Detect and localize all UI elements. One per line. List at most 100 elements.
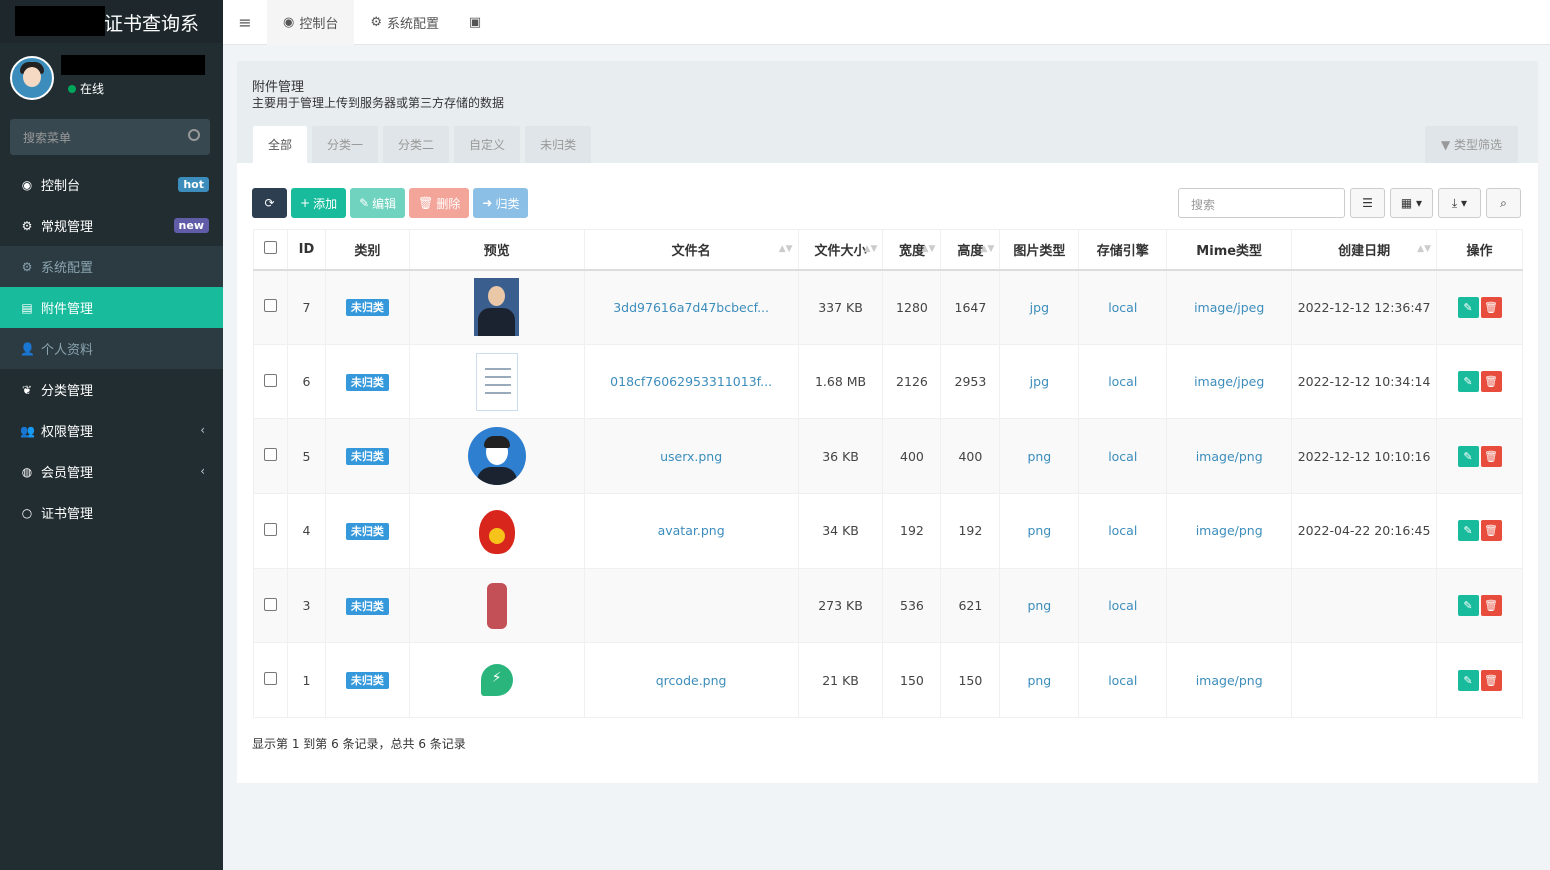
sidebar-toggle-icon[interactable]: ≡ <box>223 13 267 32</box>
thumbnail-image[interactable] <box>467 427 526 486</box>
row-checkbox[interactable] <box>253 567 288 644</box>
table-row[interactable]: 7 未归类 3dd97616a7d47bcbecf... 337 KB 1280 1647… <box>253 269 1523 345</box>
delete-row-button[interactable]: 🗑 <box>1480 595 1502 617</box>
tab-dashboard[interactable]: ◉ 控制台 <box>267 0 355 45</box>
advanced-search-button[interactable]: ⌕ <box>1486 188 1521 218</box>
cell-mime[interactable]: image/png <box>1166 493 1293 569</box>
tab-system-config[interactable]: ⚙ 系统配置 <box>354 0 455 45</box>
mime-link[interactable]: image/jpeg <box>1194 300 1264 315</box>
edit-row-button[interactable]: ✎ <box>1457 445 1479 467</box>
classify-button[interactable]: ➜ 归类 <box>473 188 529 218</box>
columns-button[interactable]: ▦ ▾ <box>1390 188 1433 218</box>
thumbnail-image[interactable] <box>474 278 520 337</box>
col-filename[interactable]: 文件名 ▲▼ <box>583 229 799 271</box>
col-id[interactable]: ID <box>286 229 326 271</box>
cell-storage[interactable]: local <box>1078 418 1168 495</box>
cell-filename[interactable]: 018cf76062953311013f... <box>583 343 799 420</box>
sidebar-item-dashboard[interactable]: ◉ 控制台 hot <box>0 164 223 205</box>
row-checkbox[interactable] <box>253 642 288 719</box>
col-height[interactable]: 高度 ▲▼ <box>940 229 1001 271</box>
table-row[interactable]: 6 未归类 018cf76062953311013f... 1.68 MB 2126 29… <box>253 343 1523 420</box>
refresh-button[interactable]: ⟳ <box>252 188 287 218</box>
cell-mime[interactable]: image/png <box>1166 642 1293 719</box>
sidebar-item-general[interactable]: ⚙ 常规管理 new <box>0 205 223 246</box>
edit-button[interactable]: ✎ 编辑 <box>350 188 406 218</box>
cell-mime[interactable] <box>1166 567 1293 644</box>
cell-storage[interactable]: local <box>1078 269 1168 345</box>
sidebar-item-attachment[interactable]: ▤ 附件管理 <box>0 287 223 328</box>
thumbnail-image[interactable] <box>475 352 518 411</box>
delete-row-button[interactable]: 🗑 <box>1480 371 1502 393</box>
row-checkbox[interactable] <box>253 418 288 495</box>
thumbnail-image[interactable] <box>473 502 521 560</box>
tab-custom[interactable]: 自定义 <box>454 126 521 163</box>
row-checkbox[interactable] <box>253 343 288 420</box>
storage-link[interactable]: local <box>1108 300 1137 315</box>
select-all-checkbox[interactable] <box>253 229 288 271</box>
table-row[interactable]: 1 未归类 ⚡ qrcode.png 21 KB 150 150 png local image/… <box>253 642 1523 719</box>
edit-row-button[interactable]: ✎ <box>1457 520 1479 542</box>
storage-link[interactable]: local <box>1108 673 1137 688</box>
image-type-link[interactable]: jpg <box>1030 374 1049 389</box>
delete-button[interactable]: 🗑 删除 <box>409 188 470 218</box>
delete-row-button[interactable]: 🗑 <box>1480 445 1502 467</box>
image-type-link[interactable]: png <box>1027 598 1051 613</box>
table-row[interactable]: 4 未归类 avatar.png 34 KB 192 192 png local image/p… <box>253 493 1523 569</box>
col-filesize[interactable]: 文件大小 ▲▼ <box>797 229 884 271</box>
storage-link[interactable]: local <box>1108 449 1137 464</box>
edit-row-button[interactable]: ✎ <box>1457 296 1479 318</box>
filename-link[interactable]: qrcode.png <box>656 673 727 688</box>
mime-link[interactable]: image/png <box>1196 449 1263 464</box>
table-search-input[interactable]: 搜索 <box>1178 188 1345 218</box>
row-checkbox[interactable] <box>253 493 288 569</box>
cell-image-type[interactable]: png <box>999 493 1080 569</box>
edit-row-button[interactable]: ✎ <box>1457 669 1479 691</box>
image-type-link[interactable]: png <box>1027 523 1051 538</box>
storage-link[interactable]: local <box>1108 523 1137 538</box>
image-type-link[interactable]: jpg <box>1030 300 1049 315</box>
export-button[interactable]: ⤓ ▾ <box>1438 188 1481 218</box>
col-created[interactable]: 创建日期 ▲▼ <box>1291 229 1437 271</box>
cell-storage[interactable]: local <box>1078 642 1168 719</box>
sidebar-item-member[interactable]: ◍ 会员管理 ‹ <box>0 451 223 492</box>
edit-row-button[interactable]: ✎ <box>1457 371 1479 393</box>
edit-row-button[interactable]: ✎ <box>1457 595 1479 617</box>
cell-storage[interactable]: local <box>1078 493 1168 569</box>
tab-all[interactable]: 全部 <box>253 126 308 163</box>
table-row[interactable]: 3 未归类 273 KB 536 621 png local ✎ 🗑 <box>253 567 1523 644</box>
cell-filename[interactable]: 3dd97616a7d47bcbecf... <box>583 269 799 345</box>
mime-link[interactable]: image/jpeg <box>1194 374 1264 389</box>
cell-mime[interactable]: image/jpeg <box>1166 269 1293 345</box>
mime-link[interactable]: image/png <box>1196 673 1263 688</box>
logo-bar[interactable]: 证书查询系 <box>0 0 223 43</box>
toggle-view-button[interactable]: ☰ <box>1350 188 1385 218</box>
sidebar-item-category[interactable]: ❦ 分类管理 <box>0 369 223 410</box>
tab-attachment[interactable]: ▣ <box>455 0 495 45</box>
search-icon[interactable] <box>188 129 200 141</box>
cell-filename[interactable] <box>583 567 799 644</box>
table-row[interactable]: 5 未归类 userx.png 36 KB 400 400 png local image/pn… <box>253 418 1523 495</box>
cell-image-type[interactable]: png <box>999 418 1080 495</box>
filename-link[interactable]: 018cf76062953311013f... <box>610 374 772 389</box>
cell-storage[interactable]: local <box>1078 343 1168 420</box>
image-type-link[interactable]: png <box>1027 449 1051 464</box>
storage-link[interactable]: local <box>1108 374 1137 389</box>
cell-mime[interactable]: image/png <box>1166 418 1293 495</box>
tab-category-1[interactable]: 分类一 <box>312 126 379 163</box>
filename-link[interactable]: userx.png <box>660 449 722 464</box>
filename-link[interactable]: 3dd97616a7d47bcbecf... <box>613 300 769 315</box>
cell-image-type[interactable]: jpg <box>999 269 1080 345</box>
sidebar-item-auth[interactable]: 👥 权限管理 ‹ <box>0 410 223 451</box>
delete-row-button[interactable]: 🗑 <box>1480 520 1502 542</box>
type-filter-button[interactable]: ▼ 类型筛选 <box>1425 126 1518 163</box>
menu-search-input[interactable]: 搜索菜单 <box>10 119 210 155</box>
delete-row-button[interactable]: 🗑 <box>1480 669 1502 691</box>
cell-mime[interactable]: image/jpeg <box>1166 343 1293 420</box>
col-width[interactable]: 宽度 ▲▼ <box>882 229 942 271</box>
cell-image-type[interactable]: jpg <box>999 343 1080 420</box>
storage-link[interactable]: local <box>1108 598 1137 613</box>
filename-link[interactable]: avatar.png <box>658 523 725 538</box>
sidebar-item-certificate[interactable]: ○ 证书管理 <box>0 492 223 533</box>
delete-row-button[interactable]: 🗑 <box>1480 296 1502 318</box>
cell-filename[interactable]: avatar.png <box>583 493 799 569</box>
